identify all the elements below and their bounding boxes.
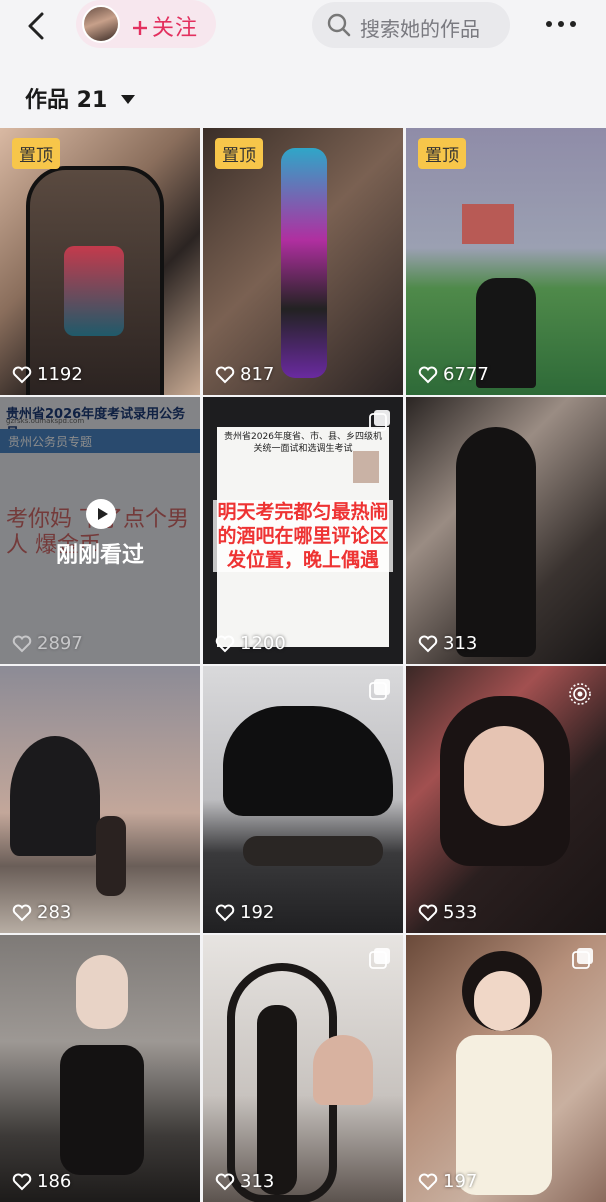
heart-icon: [12, 635, 32, 652]
like-count: 283: [37, 902, 72, 923]
like-count: 533: [443, 902, 478, 923]
like-count: 1192: [37, 364, 83, 385]
works-count-title: 作品 21: [25, 88, 108, 113]
works-grid: 置顶 1192 置顶 817 置顶 6777 贵州省2026年度考试录用公务员 …: [0, 128, 606, 1202]
top-bar: 关注 搜索她的作品: [0, 0, 606, 52]
pinned-badge: 置顶: [418, 138, 466, 169]
multi-image-icon: [369, 679, 390, 700]
image-post-tile[interactable]: 贵州省2026年度省、市、县、乡四级机关统一面试和选调生考试 明天考完都匀最热闹…: [203, 397, 403, 664]
like-count: 197: [443, 1171, 478, 1192]
heart-icon: [215, 1173, 235, 1190]
video-tile[interactable]: 283: [0, 666, 200, 933]
like-count: 2897: [37, 633, 83, 654]
chevron-left-icon: [28, 12, 44, 40]
plus-icon: [133, 21, 147, 35]
video-tile[interactable]: 置顶 6777: [406, 128, 606, 395]
video-tile[interactable]: 置顶 817: [203, 128, 403, 395]
search-icon: [327, 13, 351, 37]
play-icon: [98, 508, 108, 520]
heart-icon: [215, 904, 235, 921]
post-caption: 明天考完都匀最热闹的酒吧在哪里评论区发位置，晚上偶遇: [213, 500, 393, 572]
like-count: 1200: [240, 633, 286, 654]
heart-icon: [12, 904, 32, 921]
search-input[interactable]: 搜索她的作品: [312, 2, 510, 48]
like-count: 817: [240, 364, 275, 385]
multi-image-icon: [572, 948, 593, 969]
video-tile[interactable]: 313: [406, 397, 606, 664]
video-tile[interactable]: 置顶 1192: [0, 128, 200, 395]
heart-icon: [12, 366, 32, 383]
more-options-button[interactable]: [544, 16, 578, 30]
video-tile[interactable]: 贵州省2026年度考试录用公务员 gzrsks.oumakspd.com 贵州公…: [0, 397, 200, 664]
recently-watched-label: 刚刚看过: [55, 543, 144, 568]
image-post-tile[interactable]: 197: [406, 935, 606, 1202]
heart-icon: [12, 1173, 32, 1190]
heart-icon: [215, 635, 235, 652]
follow-label: 关注: [152, 16, 199, 41]
follow-button[interactable]: 关注: [76, 0, 216, 48]
like-count: 6777: [443, 364, 489, 385]
back-button[interactable]: [18, 6, 58, 46]
multi-image-icon: [369, 948, 390, 969]
more-dots-icon: [546, 21, 576, 27]
video-tile[interactable]: 533: [406, 666, 606, 933]
pinned-badge: 置顶: [215, 138, 263, 169]
triangle-down-icon: [120, 95, 135, 104]
avatar[interactable]: [82, 5, 120, 43]
heart-icon: [215, 366, 235, 383]
image-post-tile[interactable]: 192: [203, 666, 403, 933]
heart-icon: [418, 635, 438, 652]
search-placeholder: 搜索她的作品: [360, 17, 480, 41]
works-filter-dropdown[interactable]: 作品 21: [25, 82, 135, 114]
like-count: 313: [240, 1171, 275, 1192]
image-post-tile[interactable]: 313: [203, 935, 403, 1202]
like-count: 313: [443, 633, 478, 654]
heart-icon: [418, 366, 438, 383]
like-count: 192: [240, 902, 275, 923]
heart-icon: [418, 1173, 438, 1190]
heart-icon: [418, 904, 438, 921]
like-count: 186: [37, 1171, 72, 1192]
multi-image-icon: [369, 410, 390, 431]
play-button[interactable]: [86, 499, 116, 529]
live-photo-icon: [569, 683, 591, 705]
video-tile[interactable]: 186: [0, 935, 200, 1202]
pinned-badge: 置顶: [12, 138, 60, 169]
